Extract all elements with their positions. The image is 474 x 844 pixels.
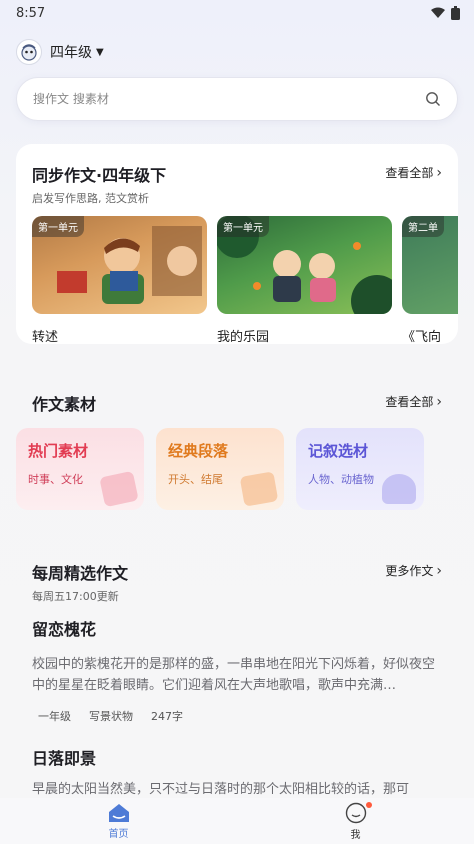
essay-word-count: 247字 <box>151 710 183 723</box>
unit-tag: 第一单元 <box>217 216 269 237</box>
caret-down-icon: ▼ <box>96 46 104 58</box>
sync-title: 同步作文·四年级下 <box>32 166 167 185</box>
tab-me[interactable]: 我 <box>296 801 416 841</box>
essay-title: 日落即景 <box>32 749 97 768</box>
unit-tag: 第二单 <box>402 216 444 237</box>
weekly-header: 每周精选作文 每周五17:00更新 更多作文 › <box>16 560 458 604</box>
essay-title: 留恋槐花 <box>32 620 97 639</box>
classic-paragraph-card[interactable]: 经典段落 开头、结尾 <box>156 428 284 510</box>
notification-dot <box>365 801 372 808</box>
material-see-all-button[interactable]: 查看全部 › <box>385 393 442 410</box>
material-cards: 热门素材 时事、文化 经典段落 开头、结尾 记叙选材 人物、动植物 <box>16 428 424 510</box>
more-essays-button[interactable]: 更多作文 › <box>385 562 442 579</box>
unit-title: 我的乐园 <box>217 330 270 345</box>
chevron-right-icon: › <box>436 562 442 579</box>
unit-tag: 第一单元 <box>32 216 84 237</box>
unit-illustration: 第一单元 <box>217 216 392 314</box>
essay-item[interactable]: 留恋槐花 校园中的紫槐花开的是那样的盛，一串串地在阳光下闪烁着，好似夜空中的星星… <box>32 616 452 724</box>
sync-subtitle: 启发写作思路, 范文赏析 <box>32 192 149 205</box>
status-bar: 8:57 <box>0 0 474 26</box>
unit-card[interactable]: 第二单 《飞向 <box>402 216 458 345</box>
essay-excerpt: 早晨的太阳当然美，只不过与日落时的那个太阳相比较的话，那可 <box>32 782 410 797</box>
sync-essay-card: 同步作文·四年级下 启发写作思路, 范文赏析 查看全部 › 第一单元 转述 第一… <box>16 144 458 345</box>
tab-me-label: 我 <box>350 829 361 841</box>
document-icon <box>99 470 139 508</box>
material-header: 作文素材 查看全部 › <box>16 391 458 415</box>
unit-title: 《飞向 <box>402 330 442 345</box>
tab-home[interactable]: 首页 <box>59 803 179 840</box>
mascot-avatar-icon <box>16 39 42 65</box>
search-input[interactable] <box>33 92 393 106</box>
tab-home-label: 首页 <box>108 828 129 840</box>
pen-paper-icon <box>239 471 279 507</box>
chevron-right-icon: › <box>436 164 442 181</box>
essay-grade: 一年级 <box>38 710 71 723</box>
unit-illustration: 第二单 <box>402 216 458 314</box>
essay-item[interactable]: 日落即景 早晨的太阳当然美，只不过与日落时的那个太阳相比较的话，那可 <box>32 745 452 800</box>
unit-carousel[interactable]: 第一单元 转述 第一单元 我的乐园 第二单 《飞向 <box>32 216 458 345</box>
bottom-tab-bar: 首页 我 <box>0 798 474 844</box>
essay-meta: 一年级 写景状物 247字 <box>32 708 452 724</box>
classic-paragraph-title: 经典段落 <box>168 442 229 460</box>
grade-label: 四年级 <box>50 45 92 61</box>
person-icon <box>382 474 416 504</box>
weekly-subtitle: 每周五17:00更新 <box>32 590 119 603</box>
essay-genre: 写景状物 <box>89 710 133 723</box>
narrative-topic-card[interactable]: 记叙选材 人物、动植物 <box>296 428 424 510</box>
hot-material-card[interactable]: 热门素材 时事、文化 <box>16 428 144 510</box>
search-bar[interactable] <box>16 77 458 121</box>
sync-header: 同步作文·四年级下 启发写作思路, 范文赏析 <box>32 162 166 206</box>
chevron-right-icon: › <box>436 393 442 410</box>
unit-illustration: 第一单元 <box>32 216 207 314</box>
status-icons <box>431 6 460 20</box>
material-see-all-label: 查看全部 <box>385 395 434 409</box>
sync-see-all-label: 查看全部 <box>385 166 434 180</box>
unit-card[interactable]: 第一单元 我的乐园 <box>217 216 392 345</box>
hot-material-title: 热门素材 <box>28 442 89 460</box>
essay-excerpt: 校园中的紫槐花开的是那样的盛，一串串地在阳光下闪烁着，好似夜空中的星星在眨着眼睛… <box>32 657 436 693</box>
grade-selector[interactable]: 四年级 ▼ <box>16 38 104 66</box>
unit-title: 转述 <box>32 330 59 345</box>
home-icon <box>108 803 129 822</box>
status-time: 8:57 <box>16 5 46 21</box>
battery-icon <box>451 6 460 20</box>
search-icon[interactable] <box>425 91 441 107</box>
more-essays-label: 更多作文 <box>385 564 434 578</box>
narrative-topic-title: 记叙选材 <box>308 442 369 460</box>
unit-card[interactable]: 第一单元 转述 <box>32 216 207 345</box>
smiley-face-icon <box>345 802 366 823</box>
sync-see-all-button[interactable]: 查看全部 › <box>385 164 442 181</box>
wifi-icon <box>431 7 445 18</box>
